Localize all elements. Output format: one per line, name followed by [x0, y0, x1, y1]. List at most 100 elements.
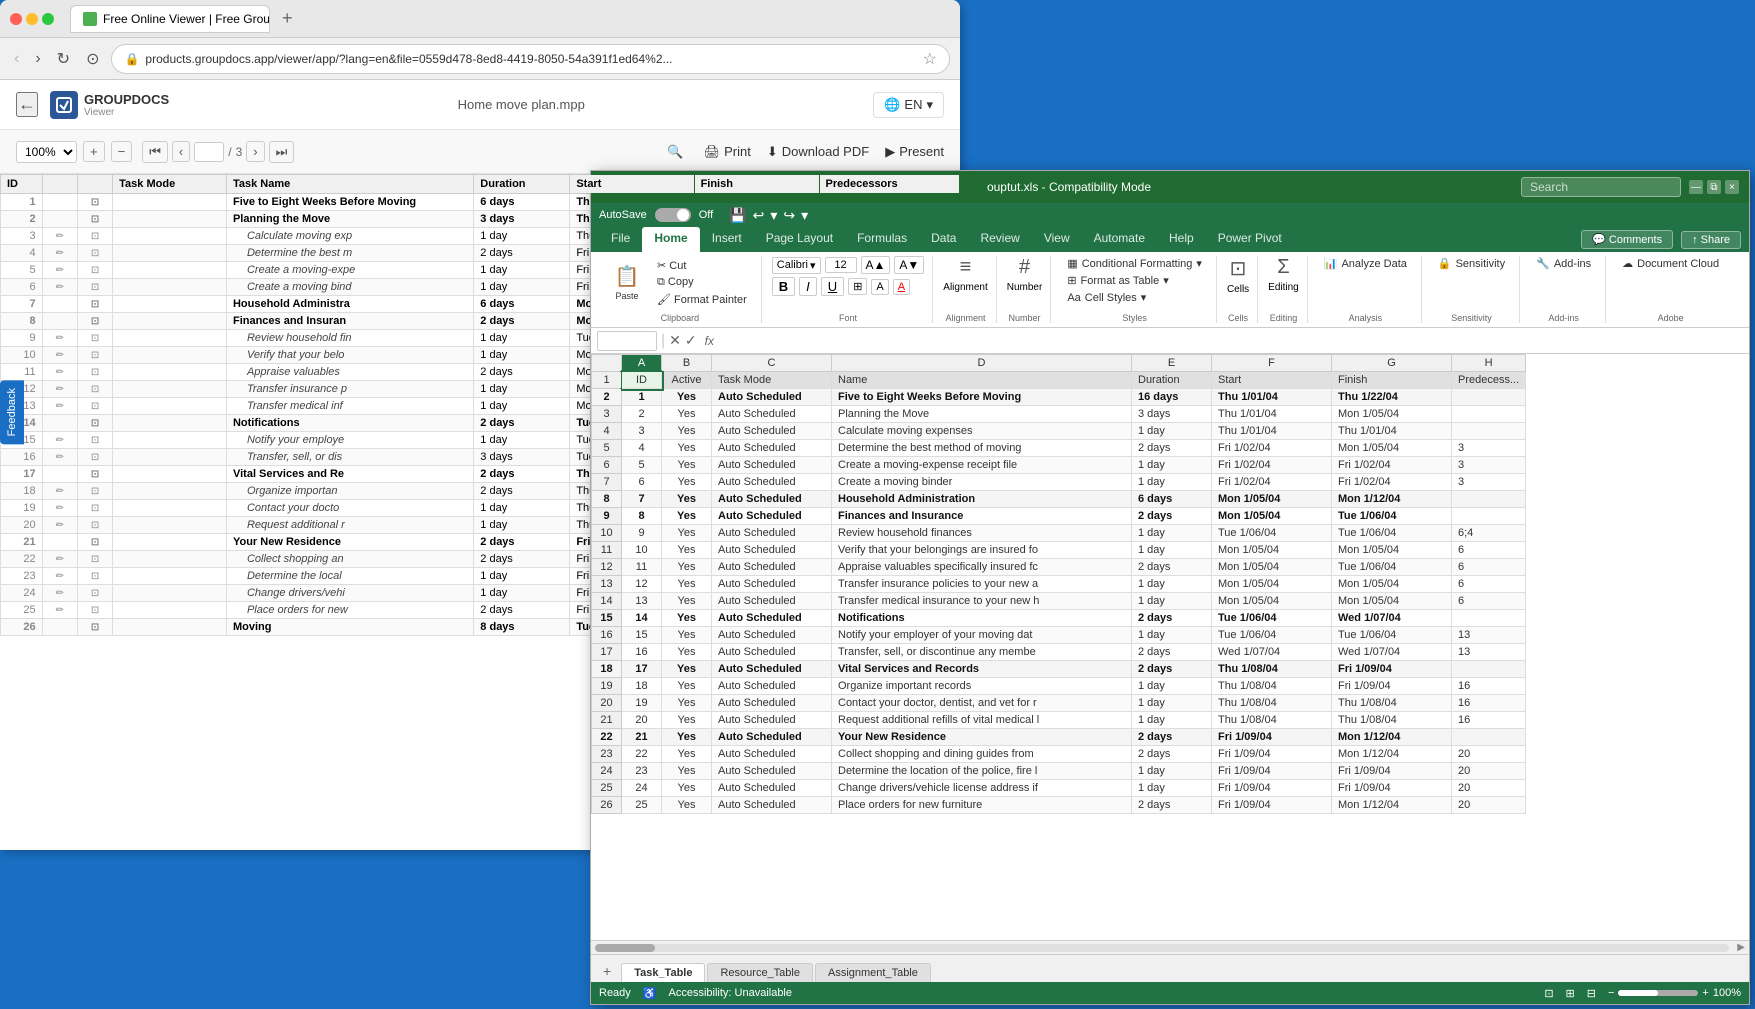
- excel-cell[interactable]: 21: [622, 729, 662, 746]
- excel-cell[interactable]: 23: [622, 763, 662, 780]
- formula-input[interactable]: ID: [722, 332, 1743, 350]
- excel-cell[interactable]: Auto Scheduled: [712, 525, 832, 542]
- excel-cell[interactable]: 16: [1452, 712, 1526, 729]
- excel-cell[interactable]: 25: [622, 797, 662, 814]
- excel-cell[interactable]: Tue 1/06/04: [1212, 525, 1332, 542]
- excel-cell[interactable]: Your New Residence: [832, 729, 1132, 746]
- excel-cell[interactable]: Thu 1/08/04: [1212, 661, 1332, 678]
- excel-cell[interactable]: Auto Scheduled: [712, 457, 832, 474]
- excel-cell[interactable]: Auto Scheduled: [712, 474, 832, 491]
- excel-cell[interactable]: 9: [622, 525, 662, 542]
- excel-cell[interactable]: 16: [1452, 678, 1526, 695]
- excel-cell[interactable]: Yes: [662, 695, 712, 712]
- excel-cell[interactable]: Auto Scheduled: [712, 729, 832, 746]
- excel-cell[interactable]: 20: [622, 712, 662, 729]
- excel-cell[interactable]: 1 day: [1132, 593, 1212, 610]
- excel-cell[interactable]: Notifications: [832, 610, 1132, 627]
- excel-cell[interactable]: 1 day: [1132, 627, 1212, 644]
- excel-cell[interactable]: Thu 1/01/04: [1212, 423, 1332, 440]
- excel-cell[interactable]: [1452, 423, 1526, 440]
- excel-cell[interactable]: Planning the Move: [832, 406, 1132, 423]
- excel-cell[interactable]: 14: [622, 610, 662, 627]
- excel-cell[interactable]: Auto Scheduled: [712, 780, 832, 797]
- zoom-in-btn[interactable]: +: [83, 141, 105, 162]
- excel-cell[interactable]: Thu 1/08/04: [1212, 712, 1332, 729]
- fill-color-btn[interactable]: A: [871, 279, 888, 295]
- excel-cell[interactable]: Verify that your belongings are insured …: [832, 542, 1132, 559]
- excel-cell[interactable]: Mon 1/12/04: [1332, 746, 1452, 763]
- excel-cell[interactable]: 8: [622, 508, 662, 525]
- excel-cell[interactable]: Fri 1/09/04: [1212, 729, 1332, 746]
- tab-data[interactable]: Data: [919, 227, 968, 252]
- excel-cell[interactable]: Auto Scheduled: [712, 559, 832, 576]
- excel-cell[interactable]: [1452, 406, 1526, 423]
- excel-cell[interactable]: 3: [1452, 474, 1526, 491]
- excel-cell[interactable]: 22: [622, 746, 662, 763]
- excel-cell[interactable]: 2 days: [1132, 746, 1212, 763]
- excel-cell[interactable]: Auto Scheduled: [712, 627, 832, 644]
- col-header-b[interactable]: B: [662, 355, 712, 372]
- excel-cell[interactable]: Mon 1/05/04: [1212, 491, 1332, 508]
- conditional-formatting-btn[interactable]: ▦ Conditional Formatting ▾: [1061, 256, 1208, 271]
- excel-min-btn[interactable]: —: [1689, 180, 1703, 194]
- excel-cell[interactable]: Thu 1/01/04: [1212, 406, 1332, 423]
- last-page-btn[interactable]: ⏭: [269, 141, 295, 163]
- excel-cell[interactable]: 1 day: [1132, 712, 1212, 729]
- excel-cell[interactable]: 6: [1452, 559, 1526, 576]
- excel-cell[interactable]: Name: [832, 372, 1132, 389]
- excel-cell[interactable]: Fri 1/09/04: [1212, 763, 1332, 780]
- excel-cell[interactable]: Contact your doctor, dentist, and vet fo…: [832, 695, 1132, 712]
- excel-cell[interactable]: 1 day: [1132, 457, 1212, 474]
- underline-btn[interactable]: U: [821, 277, 844, 296]
- tab-insert[interactable]: Insert: [700, 227, 754, 252]
- excel-cell[interactable]: 17: [622, 661, 662, 678]
- excel-cell[interactable]: Create a moving-expense receipt file: [832, 457, 1132, 474]
- excel-cell[interactable]: 2 days: [1132, 559, 1212, 576]
- col-header-f[interactable]: F: [1212, 355, 1332, 372]
- excel-cell[interactable]: 2 days: [1132, 797, 1212, 814]
- excel-cell[interactable]: Tue 1/06/04: [1332, 627, 1452, 644]
- excel-close-btn[interactable]: ×: [1725, 180, 1739, 194]
- border-btn[interactable]: ⊞: [848, 278, 867, 295]
- cell-reference-box[interactable]: A1: [597, 331, 657, 351]
- excel-cell[interactable]: [1452, 389, 1526, 406]
- excel-cell[interactable]: Fri 1/02/04: [1332, 474, 1452, 491]
- excel-cell[interactable]: Yes: [662, 423, 712, 440]
- excel-cell[interactable]: Duration: [1132, 372, 1212, 389]
- prev-page-btn[interactable]: ‹: [172, 141, 190, 162]
- excel-cell[interactable]: Thu 1/08/04: [1212, 678, 1332, 695]
- excel-cell[interactable]: 2 days: [1132, 610, 1212, 627]
- excel-cell[interactable]: Auto Scheduled: [712, 712, 832, 729]
- font-size-dropdown[interactable]: 12: [825, 257, 857, 273]
- forward-btn[interactable]: ›: [31, 46, 44, 72]
- excel-cell[interactable]: Mon 1/05/04: [1212, 559, 1332, 576]
- tab-view[interactable]: View: [1032, 227, 1082, 252]
- zoom-in-status[interactable]: +: [1702, 987, 1708, 999]
- excel-cell[interactable]: Yes: [662, 559, 712, 576]
- view-page-break-btn[interactable]: ⊟: [1587, 987, 1596, 1000]
- excel-cell[interactable]: 5: [622, 457, 662, 474]
- excel-cell[interactable]: 13: [1452, 627, 1526, 644]
- col-header-h[interactable]: H: [1452, 355, 1526, 372]
- format-as-table-btn[interactable]: ⊞ Format as Table ▾: [1061, 273, 1208, 288]
- view-normal-btn[interactable]: ⊡: [1544, 987, 1553, 1000]
- excel-cell[interactable]: Fri 1/09/04: [1332, 780, 1452, 797]
- excel-cell[interactable]: Yes: [662, 610, 712, 627]
- excel-cell[interactable]: ID: [622, 372, 662, 389]
- excel-cell[interactable]: 1 day: [1132, 423, 1212, 440]
- excel-cell[interactable]: Wed 1/07/04: [1332, 644, 1452, 661]
- excel-cell[interactable]: Mon 1/05/04: [1212, 508, 1332, 525]
- excel-cell[interactable]: 6: [1452, 593, 1526, 610]
- excel-cell[interactable]: Fri 1/09/04: [1212, 746, 1332, 763]
- col-header-d[interactable]: D: [832, 355, 1132, 372]
- font-decrease-btn[interactable]: A▼: [894, 256, 924, 274]
- excel-cell[interactable]: [1452, 729, 1526, 746]
- excel-cell[interactable]: Household Administration: [832, 491, 1132, 508]
- excel-cell[interactable]: Yes: [662, 627, 712, 644]
- excel-cell[interactable]: 10: [622, 542, 662, 559]
- excel-cell[interactable]: Thu 1/08/04: [1332, 712, 1452, 729]
- excel-cell[interactable]: Appraise valuables specifically insured …: [832, 559, 1132, 576]
- excel-cell[interactable]: 11: [622, 559, 662, 576]
- excel-cell[interactable]: Mon 1/05/04: [1332, 593, 1452, 610]
- excel-cell[interactable]: Auto Scheduled: [712, 406, 832, 423]
